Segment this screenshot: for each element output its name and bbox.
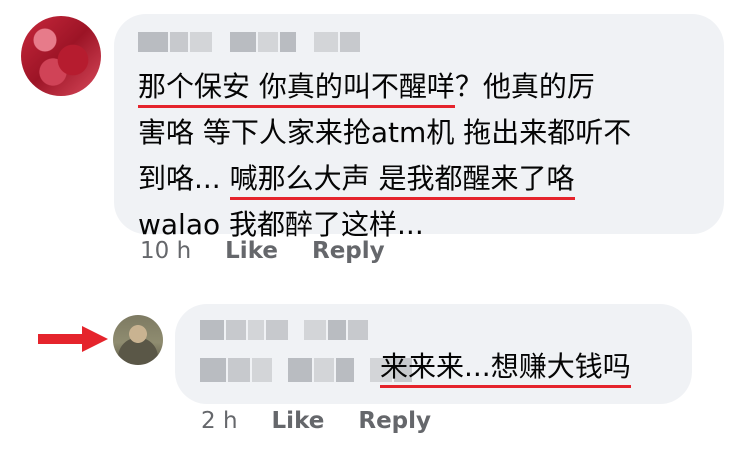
avatar[interactable] <box>21 16 101 96</box>
reply-text: 来来来...想赚大钱吗 <box>380 347 631 388</box>
replier-name-redacted[interactable] <box>200 320 368 340</box>
comment-line: 那个保安 你真的叫不醒咩？他真的厉 <box>138 64 718 110</box>
comment-text-segment: walao 我都醉了这样... <box>138 208 424 241</box>
red-arrow-right-icon <box>38 326 108 352</box>
comment-line: 害咯 等下人家来抢atm机 拖出来都听不 <box>138 110 718 156</box>
reply-actions: 2 h Like Reply <box>201 408 465 434</box>
comment-text-segment: 害咯 等下人家来抢atm机 拖出来都听不 <box>138 116 632 149</box>
comment-text-underlined: 那个保安 你真的叫不醒咩 <box>138 70 455 108</box>
reply-avatar[interactable] <box>113 315 163 365</box>
comment-timestamp[interactable]: 10 h <box>140 238 191 264</box>
like-button[interactable]: Like <box>225 238 278 264</box>
comment-line: 到咯... 喊那么大声 是我都醒来了咯 <box>138 156 718 202</box>
comment-text: 那个保安 你真的叫不醒咩？他真的厉 害咯 等下人家来抢atm机 拖出来都听不 到咯.… <box>138 64 718 248</box>
reply-timestamp[interactable]: 2 h <box>201 408 238 434</box>
comment-thread: 那个保安 你真的叫不醒咩？他真的厉 害咯 等下人家来抢atm机 拖出来都听不 到咯.… <box>0 0 749 451</box>
comment-text-segment: ？他真的厉 <box>454 70 595 103</box>
comment-actions: 10 h Like Reply <box>140 238 419 264</box>
commenter-name-redacted[interactable] <box>138 32 360 52</box>
reply-reply-button[interactable]: Reply <box>358 408 431 434</box>
reply-text-underlined: 来来来...想赚大钱吗 <box>380 350 631 388</box>
reply-button[interactable]: Reply <box>312 238 385 264</box>
comment-text-segment: 到咯... <box>138 162 230 195</box>
comment-text-underlined: 喊那么大声 是我都醒来了咯 <box>229 162 575 200</box>
reply-like-button[interactable]: Like <box>272 408 325 434</box>
